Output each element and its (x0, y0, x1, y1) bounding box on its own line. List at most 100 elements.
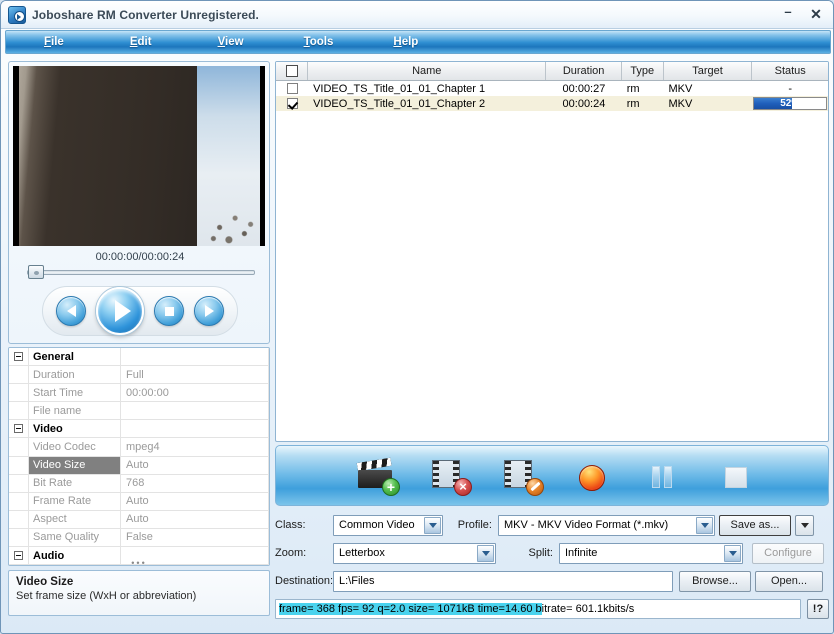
browse-button[interactable]: Browse... (679, 570, 751, 592)
property-name: Aspect (29, 510, 121, 529)
destination-input[interactable]: L:\Files (333, 570, 673, 592)
property-name: General (29, 348, 121, 367)
property-row-file-name[interactable]: File name (9, 402, 269, 421)
property-value[interactable]: Auto (121, 492, 269, 511)
stop-convert-button[interactable] (718, 456, 760, 496)
file-list[interactable]: Name Duration Type Target Status VIDEO_T… (275, 61, 829, 442)
chevron-down-icon[interactable] (424, 516, 441, 534)
property-value (121, 348, 269, 367)
row-checkbox[interactable] (286, 98, 298, 109)
previous-button[interactable] (56, 296, 86, 326)
conversion-progress-bar: 52% (753, 97, 828, 110)
property-value[interactable]: Auto (121, 510, 269, 529)
chevron-down-icon[interactable] (696, 516, 713, 534)
menu-rest-view: iew (225, 36, 244, 48)
zoom-select[interactable]: Letterbox (333, 542, 496, 564)
column-header-type[interactable]: Type (621, 62, 664, 80)
save-as-dropdown-button[interactable] (795, 514, 814, 536)
menu-item-tools[interactable]: Tools (298, 33, 340, 51)
close-button[interactable]: ✕ (803, 3, 829, 25)
clear-list-button[interactable] (502, 456, 544, 496)
next-button[interactable] (194, 296, 224, 326)
menu-item-edit[interactable]: Edit (124, 33, 158, 51)
profile-value: MKV - MKV Video Format (*.mkv) (504, 519, 669, 531)
ffmpeg-status-bar[interactable]: frame= 368 fps= 92 q=2.0 size= 1071kB ti… (275, 599, 801, 619)
column-header-duration[interactable]: Duration (546, 62, 622, 80)
property-name: Duration (29, 366, 121, 385)
stop-button[interactable] (154, 296, 184, 326)
stop-icon (164, 306, 174, 316)
property-row-bit-rate[interactable]: Bit Rate 768 (9, 474, 269, 493)
class-value: Common Video (339, 519, 415, 531)
property-row-frame-rate[interactable]: Frame Rate Auto (9, 492, 269, 511)
menu-item-file[interactable]: File (38, 33, 70, 51)
seek-track[interactable] (27, 270, 255, 275)
remove-file-button[interactable] (430, 456, 472, 496)
profile-select[interactable]: MKV - MKV Video Format (*.mkv) (498, 514, 715, 536)
select-all-checkbox[interactable] (285, 65, 298, 77)
video-preview-image[interactable] (13, 66, 265, 246)
row-checkbox-cell[interactable] (276, 96, 308, 111)
menu-accel-view: V (217, 36, 226, 48)
pause-button[interactable] (646, 456, 688, 496)
property-row-video-size[interactable]: Video Size Auto (9, 456, 269, 475)
app-logo-icon (8, 5, 26, 24)
seek-slider[interactable] (19, 265, 261, 279)
property-value[interactable] (121, 402, 269, 421)
add-file-button[interactable] (356, 456, 400, 496)
save-as-button[interactable]: Save as... (719, 514, 791, 536)
property-row-video-codec[interactable]: Video Codec mpeg4 (9, 438, 269, 457)
property-value[interactable]: 00:00:00 (121, 384, 269, 403)
property-value[interactable]: 768 (121, 474, 269, 493)
minimize-button[interactable]: – (775, 3, 801, 25)
class-select[interactable]: Common Video (333, 514, 443, 536)
play-button[interactable] (96, 287, 144, 335)
property-row-aspect[interactable]: Aspect Auto (9, 510, 269, 529)
seek-thumb[interactable] (28, 265, 44, 279)
menu-item-help[interactable]: Help (387, 33, 424, 51)
collapse-video-icon[interactable] (9, 420, 29, 439)
open-button[interactable]: Open... (755, 570, 823, 592)
property-value[interactable]: mpeg4 (121, 438, 269, 457)
property-name: Frame Rate (29, 492, 121, 511)
collapse-general-icon[interactable] (9, 348, 29, 367)
menu-accel-edit: E (129, 36, 138, 48)
cell-type: rm (626, 82, 640, 95)
chevron-down-icon[interactable] (477, 544, 494, 562)
split-select[interactable]: Infinite (559, 542, 743, 564)
row-checkbox-cell[interactable] (276, 81, 308, 96)
collapse-audio-icon[interactable] (9, 547, 29, 565)
property-row-same-quality[interactable]: Same Quality False (9, 528, 269, 548)
menu-accel-help: H (393, 36, 402, 48)
configure-button[interactable]: Configure (752, 542, 824, 564)
property-value[interactable]: False (121, 528, 269, 548)
table-row[interactable]: VIDEO_TS_Title_01_01_Chapter 1 00:00:27 … (276, 81, 828, 96)
property-grid-rows: General Duration Full Start Time 00:00:0… (9, 348, 269, 565)
chevron-down-icon[interactable] (724, 544, 741, 562)
convert-button[interactable] (574, 456, 616, 496)
property-row-general[interactable]: General (9, 348, 269, 367)
menu-item-view[interactable]: View (212, 33, 250, 51)
property-name: Video Size (29, 456, 121, 475)
resize-grip[interactable]: ••• (122, 559, 156, 566)
column-header-name[interactable]: Name (308, 62, 547, 80)
column-header-checkbox[interactable] (276, 62, 309, 80)
property-value[interactable]: Full (121, 366, 269, 385)
property-indent (9, 510, 29, 529)
property-row-video[interactable]: Video (9, 420, 269, 439)
progress-label: 52% (780, 98, 801, 109)
column-header-target[interactable]: Target (663, 62, 753, 80)
status-text-highlighted: frame= 368 fps= 92 q=2.0 size= 1071kB ti… (279, 603, 542, 615)
file-list-header: Name Duration Type Target Status (276, 62, 828, 81)
table-row[interactable]: VIDEO_TS_Title_01_01_Chapter 2 00:00:24 … (276, 96, 828, 111)
help-button[interactable]: !? (807, 599, 829, 619)
zoom-value: Letterbox (339, 547, 385, 559)
column-header-status[interactable]: Status (752, 62, 828, 80)
row-checkbox[interactable] (286, 83, 298, 94)
property-value[interactable]: Auto (121, 456, 269, 475)
preview-letterbox-right (260, 66, 265, 246)
property-row-start-time[interactable]: Start Time 00:00:00 (9, 384, 269, 403)
property-grid[interactable]: General Duration Full Start Time 00:00:0… (8, 347, 270, 566)
cell-status: - (788, 82, 793, 95)
property-row-duration[interactable]: Duration Full (9, 366, 269, 385)
